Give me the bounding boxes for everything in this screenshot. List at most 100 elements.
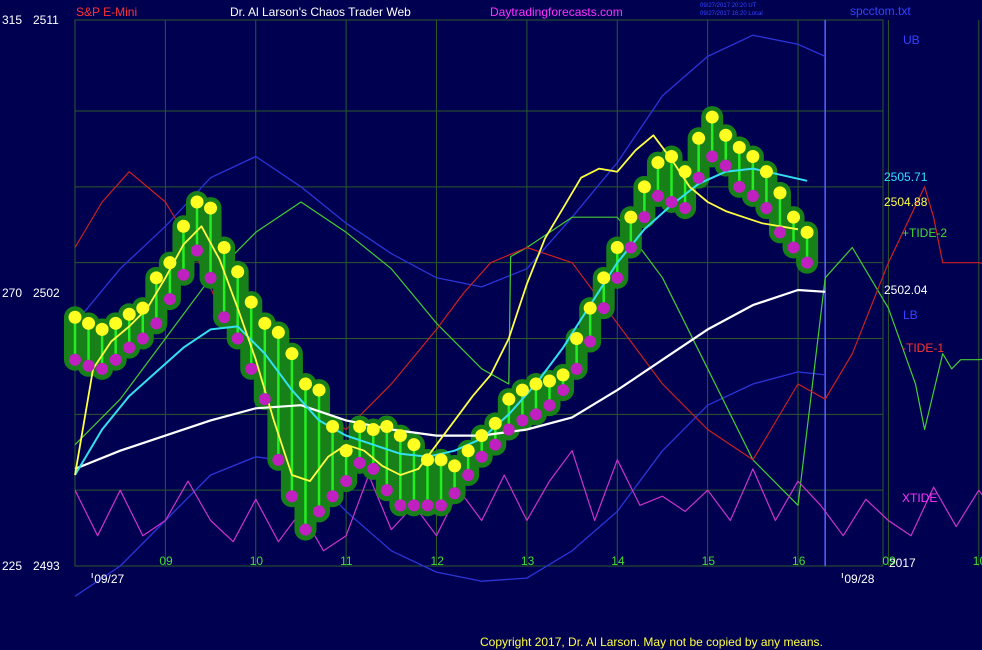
price-low-dot xyxy=(489,438,502,451)
price-high-dot xyxy=(393,429,407,443)
price-high-dot xyxy=(719,128,733,142)
y-tick-left-label: 315 xyxy=(2,13,22,27)
price-high-dot xyxy=(637,180,651,194)
x-tick-label: 09 xyxy=(159,554,173,568)
price-high-dot xyxy=(271,325,285,339)
price-high-dot xyxy=(204,201,218,215)
x-tick-label: 11 xyxy=(340,554,353,568)
price-high-dot xyxy=(353,419,367,433)
price-high-dot xyxy=(339,444,353,458)
price-high-dot xyxy=(787,210,801,224)
price-low-dot xyxy=(529,408,542,421)
price-high-dot xyxy=(759,165,773,179)
site-link-text[interactable]: Daytradingforecasts.com xyxy=(490,5,623,19)
price-high-dot xyxy=(651,156,665,170)
price-low-dot xyxy=(516,414,529,427)
price-high-dot xyxy=(176,219,190,233)
price-high-dot xyxy=(583,301,597,315)
price-low-dot xyxy=(150,317,163,330)
price-high-dot xyxy=(136,301,150,315)
tide1-label: -TIDE-1 xyxy=(902,341,944,355)
price-high-dot xyxy=(529,377,543,391)
price-low-dot xyxy=(326,490,339,503)
price-high-dot xyxy=(434,453,448,467)
price-high-dot xyxy=(705,110,719,124)
price-low-dot xyxy=(706,150,719,163)
price-low-dot xyxy=(96,362,109,375)
price-high-dot xyxy=(488,416,502,430)
year-label: 2017 xyxy=(889,556,916,570)
file-name: spcctom.txt xyxy=(850,4,911,18)
price-high-dot xyxy=(326,419,340,433)
price-high-dot xyxy=(624,210,638,224)
level1-label: 2505.71 xyxy=(884,170,928,184)
price-low-dot xyxy=(597,302,610,315)
price-high-dot xyxy=(109,316,123,330)
price-low-dot xyxy=(285,490,298,503)
price-low-dot xyxy=(258,393,271,406)
price-high-dot xyxy=(163,256,177,270)
ub-label: UB xyxy=(903,33,920,47)
price-low-dot xyxy=(421,499,434,512)
price-low-dot xyxy=(136,332,149,345)
price-low-dot xyxy=(570,362,583,375)
price-low-dot xyxy=(380,484,393,497)
price-low-dot xyxy=(231,332,244,345)
price-high-dot xyxy=(366,423,380,436)
price-low-dot xyxy=(299,523,312,536)
price-high-dot xyxy=(461,444,475,458)
x-tick-label: 12 xyxy=(431,554,445,568)
price-high-dot xyxy=(556,368,570,382)
price-low-dot xyxy=(340,475,353,488)
tide2-label: +TIDE-2 xyxy=(902,226,947,240)
price-low-dot xyxy=(177,268,190,281)
price-low-dot xyxy=(407,499,420,512)
price-high-dot xyxy=(800,225,814,239)
date-label: 09/28 xyxy=(844,572,874,586)
price-low-dot xyxy=(679,202,692,215)
chart-title: Dr. Al Larson's Chaos Trader Web xyxy=(230,5,411,19)
price-high-dot xyxy=(746,150,760,163)
copyright: Copyright 2017, Dr. Al Larson. May not b… xyxy=(480,635,823,649)
price-high-dot xyxy=(692,131,706,145)
price-high-dot xyxy=(515,383,529,397)
timestamp-local: 09/27/2017 16:20 Local xyxy=(700,11,763,17)
timestamp-ut: 09/27/2017 20:20 UT xyxy=(700,3,757,9)
xtide-label: XTIDE xyxy=(902,491,937,505)
price-chart: 0910111213141516091011121314151609/2709/… xyxy=(0,0,982,650)
price-low-dot xyxy=(665,196,678,208)
symbol-title: S&P E-Mini xyxy=(76,5,137,19)
price-high-dot xyxy=(475,429,489,443)
price-low-dot xyxy=(692,171,705,184)
price-high-dot xyxy=(665,150,679,163)
price-high-dot xyxy=(244,295,258,309)
price-low-dot xyxy=(435,499,448,512)
x-tick-label: 13 xyxy=(521,554,535,568)
price-low-dot xyxy=(367,462,380,475)
price-low-dot xyxy=(313,505,326,518)
price-high-dot xyxy=(258,316,272,330)
price-low-dot xyxy=(245,362,258,375)
price-low-dot xyxy=(543,399,556,412)
price-high-dot xyxy=(95,322,109,336)
price-high-dot xyxy=(678,165,692,179)
price-high-dot xyxy=(570,332,584,345)
price-high-dot xyxy=(68,310,82,324)
price-low-dot xyxy=(638,211,651,224)
price-high-dot xyxy=(285,347,299,361)
price-low-dot xyxy=(624,241,637,254)
price-low-dot xyxy=(502,423,515,436)
price-low-dot xyxy=(801,256,814,269)
price-high-dot xyxy=(122,307,136,321)
price-low-dot xyxy=(733,180,746,193)
y-tick-price-label: 2502 xyxy=(33,286,60,300)
x-tick-label: 14 xyxy=(611,554,625,568)
price-low-dot xyxy=(773,226,786,239)
price-low-dot xyxy=(218,311,231,324)
price-high-dot xyxy=(217,241,231,254)
y-tick-left-label: 225 xyxy=(2,559,22,573)
site-link[interactable]: Daytradingforecasts.com xyxy=(490,5,623,19)
price-low-dot xyxy=(353,456,366,469)
price-low-dot xyxy=(394,499,407,512)
price-low-dot xyxy=(462,469,475,481)
